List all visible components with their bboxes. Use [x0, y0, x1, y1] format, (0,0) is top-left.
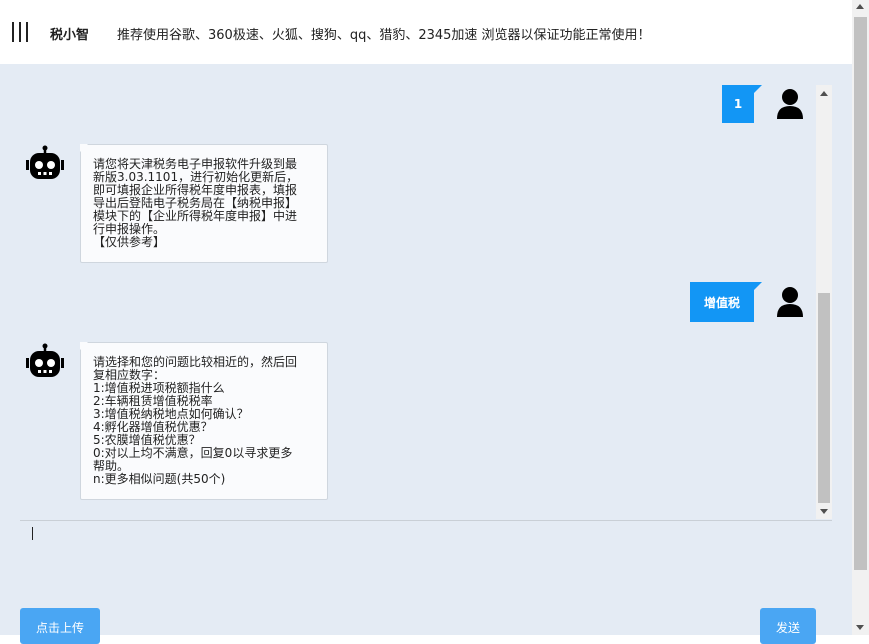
- bot-option[interactable]: n:更多相似问题(共50个): [93, 473, 315, 486]
- user-avatar-icon: [777, 89, 803, 119]
- send-button[interactable]: 发送: [760, 608, 816, 644]
- bot-line: 【仅供参考】: [93, 235, 166, 249]
- header: 税小智 推荐使用谷歌、360极速、火狐、搜狗、qq、猎豹、2345加速 浏览器以…: [0, 0, 852, 64]
- scroll-down-arrow-icon[interactable]: [856, 625, 864, 630]
- page-scrollbar-thumb[interactable]: [854, 17, 867, 570]
- user-message: 增值税: [690, 282, 762, 322]
- message-list[interactable]: 1 请您将天津税务电子申报软件升级到最 新版3.03.1101，进行初始化更新后…: [0, 85, 832, 519]
- input-divider: [20, 520, 832, 521]
- chat-scrollbar-thumb[interactable]: [818, 293, 830, 503]
- bot-message: 请您将天津税务电子申报软件升级到最 新版3.03.1101，进行初始化更新后， …: [80, 144, 328, 263]
- chat-scrollbar[interactable]: [816, 85, 832, 519]
- user-message-text: 增值税: [703, 295, 740, 310]
- browser-notice: 推荐使用谷歌、360极速、火狐、搜狗、qq、猎豹、2345加速 浏览器以保证功能…: [117, 28, 651, 43]
- page-scrollbar[interactable]: [852, 0, 869, 635]
- user-message-text: 1: [733, 97, 743, 111]
- menu-icon[interactable]: [12, 22, 28, 42]
- scroll-up-arrow-icon[interactable]: [856, 4, 864, 9]
- chat-panel: 1 请您将天津税务电子申报软件升级到最 新版3.03.1101，进行初始化更新后…: [0, 64, 852, 644]
- user-message: 1: [722, 85, 762, 123]
- scroll-down-arrow-icon[interactable]: [820, 509, 828, 514]
- upload-button[interactable]: 点击上传: [20, 608, 100, 644]
- bot-message: 请选择和您的问题比较相近的，然后回 复相应数字： 1:增值税进项税额指什么 2:…: [80, 342, 328, 500]
- robot-avatar-icon: [26, 343, 64, 377]
- app-title: 税小智: [50, 28, 90, 43]
- message-input-caret[interactable]: [32, 527, 33, 540]
- robot-avatar-icon: [26, 145, 64, 179]
- scroll-up-arrow-icon[interactable]: [820, 91, 828, 96]
- user-avatar-icon: [777, 287, 803, 317]
